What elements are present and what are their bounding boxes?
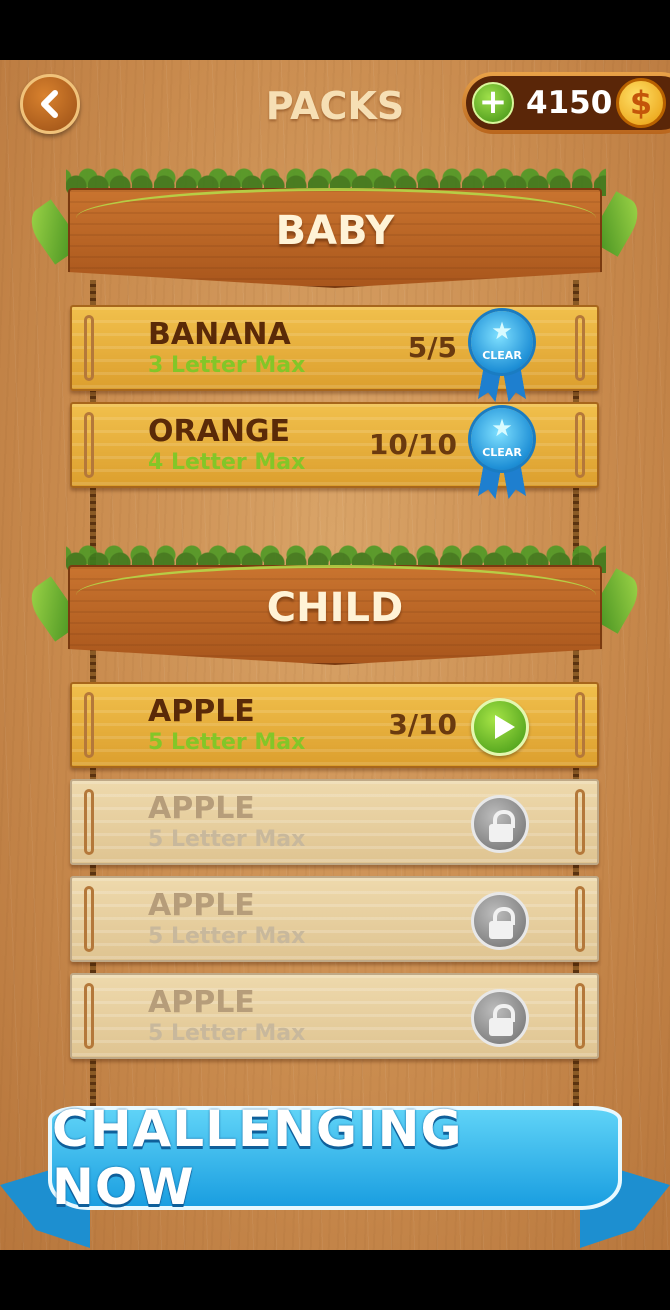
pack-name: APPLE: [148, 791, 255, 826]
lock-icon: [471, 892, 529, 950]
plus-icon[interactable]: +: [472, 82, 514, 124]
clear-ribbon-icon: ★ CLEAR: [469, 311, 535, 401]
star-icon: ★: [491, 317, 513, 345]
dollar-coin-icon: $: [616, 78, 666, 128]
lock-icon: [471, 795, 529, 853]
pack-progress: 3/10: [388, 708, 457, 741]
pack-name: ORANGE: [148, 414, 291, 449]
pack-subtitle: 5 Letter Max: [148, 827, 306, 852]
section-banner-baby: BABY: [23, 156, 646, 304]
star-icon: ★: [491, 414, 513, 442]
pack-progress: 5/5: [407, 331, 457, 364]
challenging-now-banner[interactable]: CHALLENGING NOW: [0, 1098, 670, 1250]
coin-count: 4150: [526, 85, 613, 121]
pack-subtitle: 4 Letter Max: [148, 450, 306, 475]
coin-balance: + 4150 $: [462, 72, 670, 134]
section-banner-child: CHILD: [23, 533, 646, 681]
rope-hook: [84, 315, 94, 381]
pack-row-locked: APPLE 5 Letter Max: [70, 876, 599, 962]
pack-row-orange[interactable]: ORANGE 4 Letter Max 10/10 ★ CLEAR: [70, 402, 599, 488]
rope-hook: [575, 983, 585, 1049]
rope-hook: [575, 692, 585, 758]
pack-subtitle: 5 Letter Max: [148, 730, 306, 755]
rope-hook: [575, 886, 585, 952]
lock-icon: [471, 989, 529, 1047]
rope-hook: [575, 315, 585, 381]
pack-name: BANANA: [148, 317, 291, 352]
banner-text: CHALLENGING NOW: [52, 1100, 463, 1216]
clear-label: CLEAR: [482, 446, 522, 459]
pack-subtitle: 3 Letter Max: [148, 353, 306, 378]
pack-subtitle: 5 Letter Max: [148, 924, 306, 949]
rope-hook: [84, 692, 94, 758]
rope-hook: [84, 983, 94, 1049]
pack-row-locked: APPLE 5 Letter Max: [70, 779, 599, 865]
rope-hook: [575, 789, 585, 855]
pack-row-banana[interactable]: BANANA 3 Letter Max 5/5 ★ CLEAR: [70, 305, 599, 391]
rope-hook: [84, 789, 94, 855]
pack-subtitle: 5 Letter Max: [148, 1021, 306, 1046]
clear-label: CLEAR: [482, 349, 522, 362]
pack-progress: 10/10: [368, 428, 457, 461]
game-screen: PACKS + 4150 $ BABY BANANA 3 Letter Max …: [0, 60, 670, 1250]
pack-row-apple-active[interactable]: APPLE 5 Letter Max 3/10: [70, 682, 599, 768]
pack-name: APPLE: [148, 888, 255, 923]
pack-row-locked: APPLE 5 Letter Max: [70, 973, 599, 1059]
play-button[interactable]: [471, 698, 529, 756]
pack-name: APPLE: [148, 694, 255, 729]
pack-name: APPLE: [148, 985, 255, 1020]
rope-hook: [84, 886, 94, 952]
rope-hook: [575, 412, 585, 478]
rope-hook: [84, 412, 94, 478]
clear-ribbon-icon: ★ CLEAR: [469, 408, 535, 498]
